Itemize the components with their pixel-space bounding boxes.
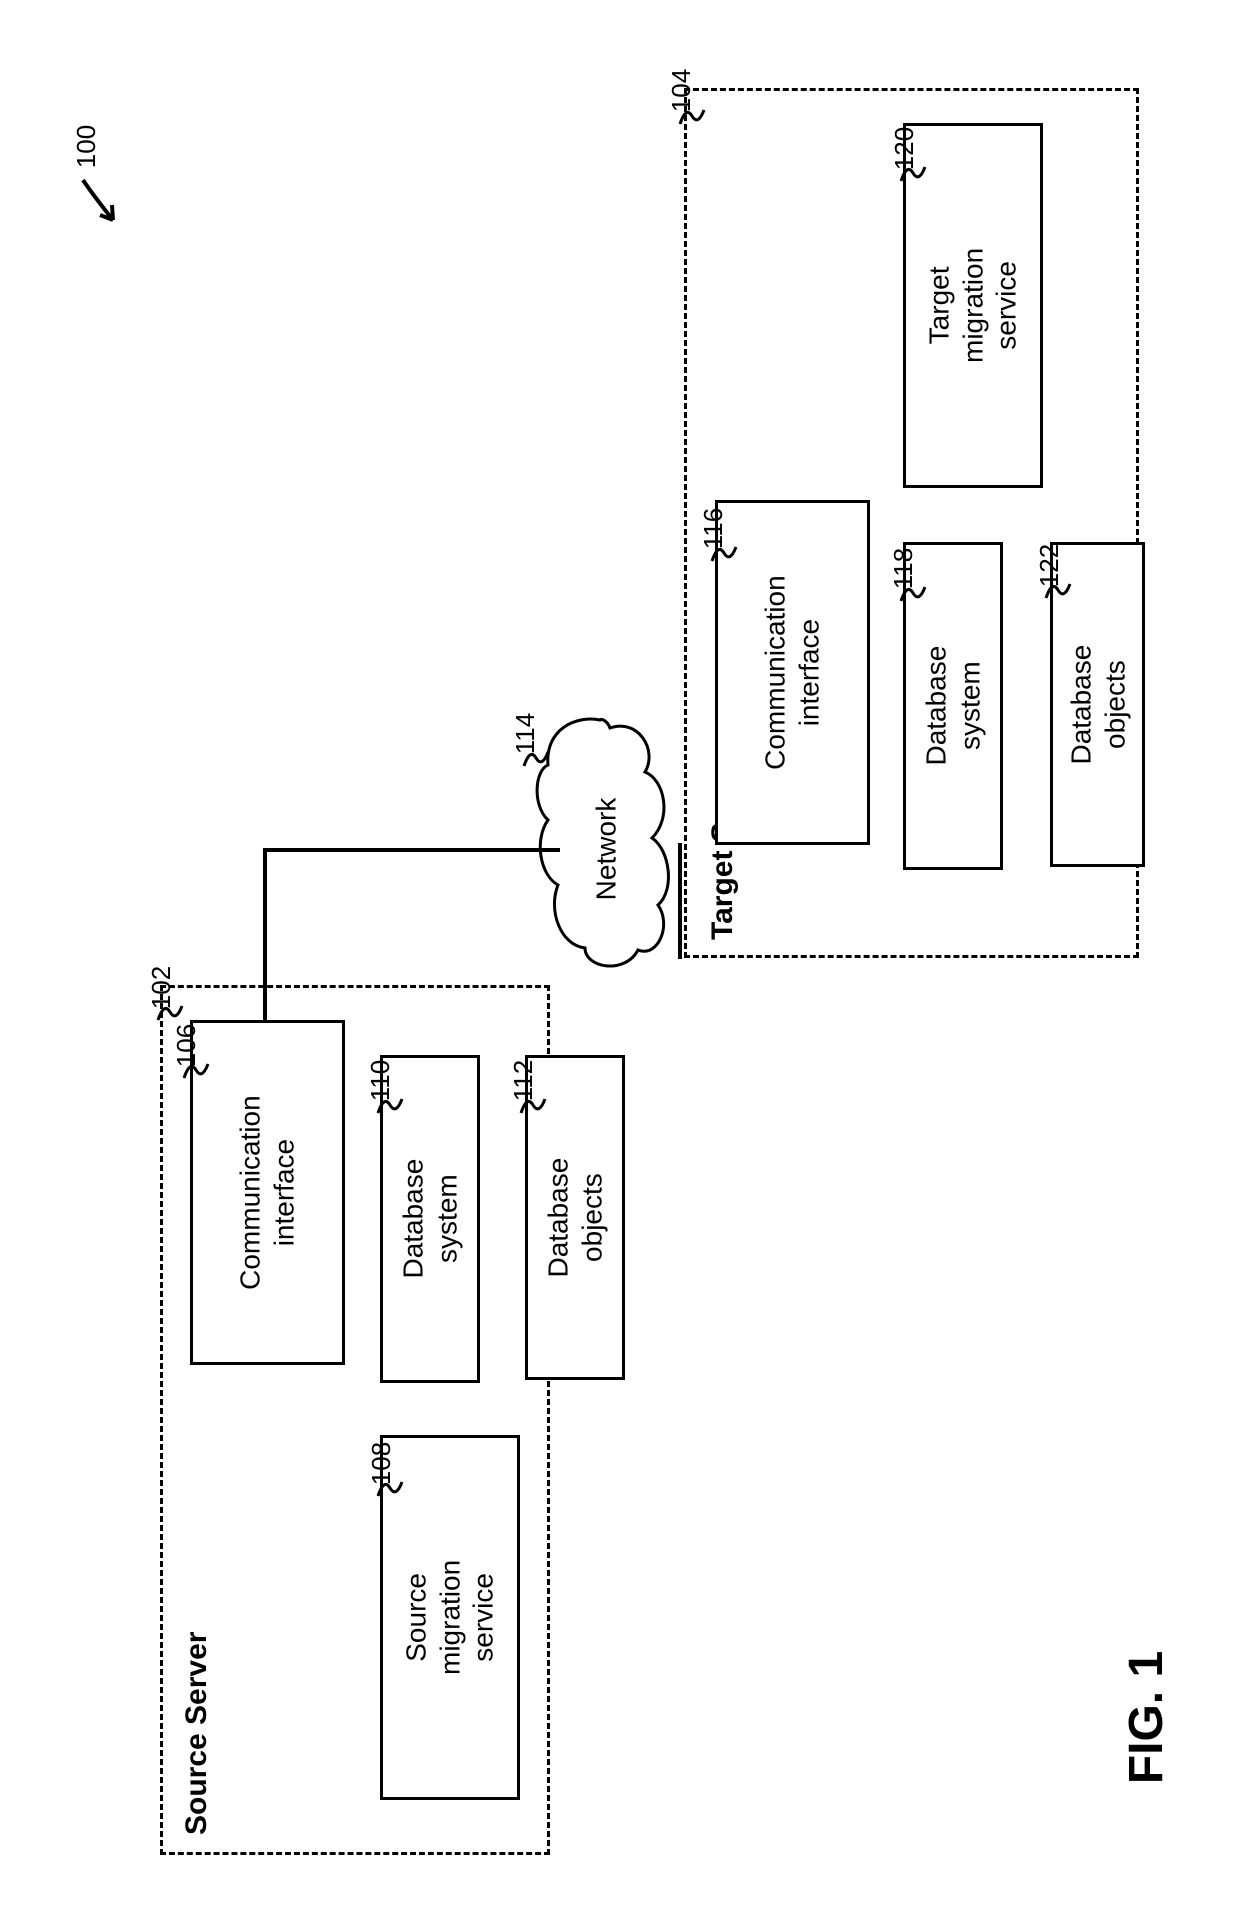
squiggle-102 xyxy=(156,1000,184,1024)
source-migration-service-label: Source migration service xyxy=(400,1551,501,1685)
squiggle-106 xyxy=(182,1058,210,1082)
source-database-objects-label: Database objects xyxy=(541,1158,608,1278)
source-comm-interface-box: Communication interface xyxy=(190,1020,345,1365)
target-migration-service-label: Target migration service xyxy=(923,239,1024,373)
figure-caption: FIG. 1 xyxy=(1119,1651,1174,1784)
squiggle-122 xyxy=(1044,578,1072,602)
source-comm-interface-label: Communication interface xyxy=(234,1095,301,1290)
target-database-objects-label: Database objects xyxy=(1064,645,1131,765)
squiggle-108 xyxy=(376,1476,404,1500)
connector-cloud-to-target xyxy=(670,843,690,963)
squiggle-120 xyxy=(899,161,927,185)
source-server-title: Source Server xyxy=(180,1632,214,1835)
squiggle-114 xyxy=(522,746,550,770)
target-database-system-label: Database system xyxy=(919,646,986,766)
squiggle-118 xyxy=(899,581,927,605)
squiggle-112 xyxy=(519,1093,547,1117)
target-comm-interface-box: Communication interface xyxy=(715,500,870,845)
target-comm-interface-label: Communication interface xyxy=(759,575,826,770)
squiggle-104 xyxy=(678,104,706,128)
squiggle-116 xyxy=(710,541,738,565)
arrow-overall xyxy=(78,175,138,255)
diagram-canvas: FIG. 1 100 Source Server 102 Communicati… xyxy=(0,0,1240,1928)
ref-overall: 100 xyxy=(71,125,102,168)
squiggle-110 xyxy=(376,1093,404,1117)
connector-source-to-cloud xyxy=(260,830,620,1025)
source-database-system-label: Database system xyxy=(396,1159,463,1279)
